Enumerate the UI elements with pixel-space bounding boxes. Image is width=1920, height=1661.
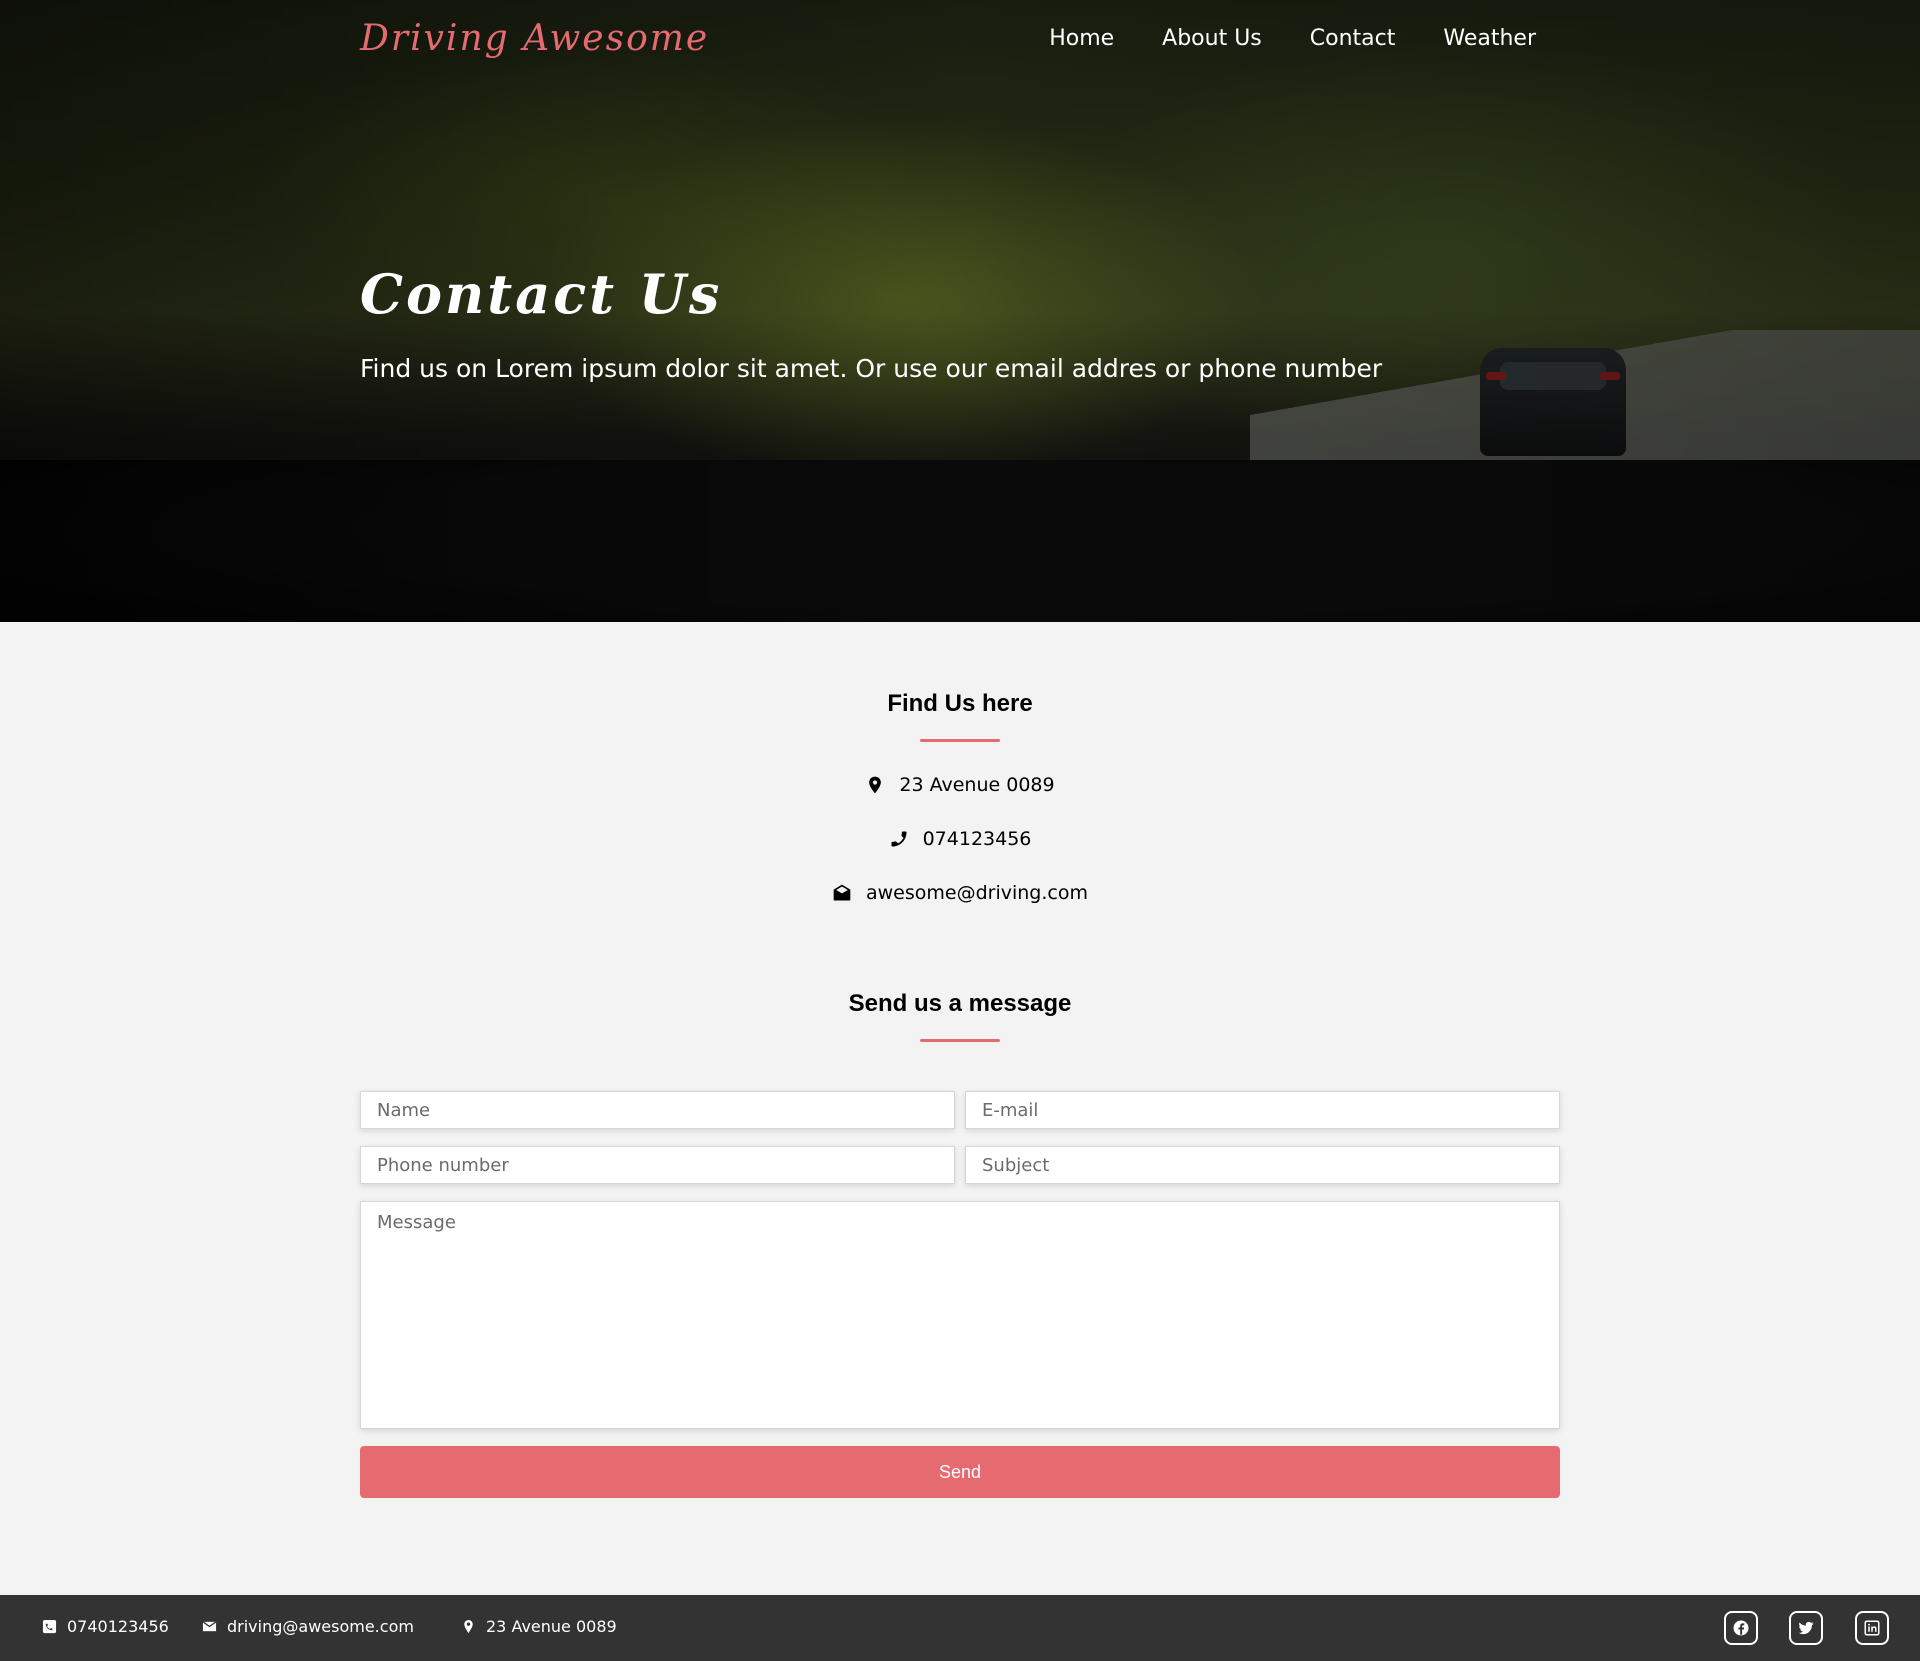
brand-logo[interactable]: Driving Awesome — [360, 18, 709, 59]
map-pin-icon — [464, 1619, 473, 1634]
name-input[interactable] — [360, 1091, 955, 1129]
message-form-underline — [920, 1039, 1000, 1042]
hero-banner: Driving Awesome Home About Us Contact We… — [0, 0, 1920, 622]
message-textarea[interactable] — [360, 1201, 1560, 1429]
facebook-icon[interactable] — [1724, 1611, 1758, 1645]
phone-text: 074123456 — [922, 828, 1032, 850]
envelope-icon — [202, 1621, 217, 1632]
address-text: 23 Avenue 0089 — [899, 774, 1055, 796]
nav-item-home[interactable]: Home — [1049, 26, 1114, 51]
nav-item-about-us[interactable]: About Us — [1162, 26, 1262, 51]
phone-icon — [891, 831, 907, 847]
footer-phone-text: 0740123456 — [67, 1617, 169, 1636]
twitter-icon-glyph — [1798, 1621, 1814, 1635]
envelope-open-icon — [833, 884, 851, 901]
phone-row: 074123456 — [0, 828, 1920, 850]
footer: 0740123456 driving@awesome.com 23 Avenue… — [0, 1595, 1920, 1661]
facebook-icon-glyph — [1733, 1620, 1749, 1636]
address-row: 23 Avenue 0089 — [0, 774, 1920, 796]
footer-email-text[interactable]: driving@awesome.com — [227, 1617, 414, 1636]
hero-subtitle: Find us on Lorem ipsum dolor sit amet. O… — [360, 354, 1383, 383]
phone-square-icon — [42, 1619, 57, 1634]
find-us-underline — [920, 739, 1000, 742]
nav-item-contact[interactable]: Contact — [1310, 26, 1396, 51]
email-row: awesome@driving.com — [0, 882, 1920, 904]
nav-item-weather[interactable]: Weather — [1443, 26, 1536, 51]
top-navbar: Driving Awesome Home About Us Contact We… — [0, 0, 1920, 82]
footer-phone: 0740123456 — [42, 1617, 169, 1636]
phone-input[interactable] — [360, 1146, 955, 1184]
message-form-title: Send us a message — [848, 990, 1072, 1017]
nav-menu: Home About Us Contact Weather — [1049, 26, 1536, 51]
page-title: Contact Us — [360, 262, 723, 326]
linkedin-icon[interactable] — [1855, 1611, 1889, 1645]
hero-overlay — [0, 0, 1920, 622]
footer-address-text: 23 Avenue 0089 — [486, 1617, 617, 1636]
subject-input[interactable] — [965, 1146, 1560, 1184]
email-input[interactable] — [965, 1091, 1560, 1129]
linkedin-icon-glyph — [1864, 1620, 1880, 1636]
send-button[interactable]: Send — [360, 1446, 1560, 1498]
find-us-title: Find Us here — [887, 690, 1033, 717]
map-pin-icon — [869, 776, 882, 794]
footer-email: driving@awesome.com — [202, 1617, 414, 1636]
email-text[interactable]: awesome@driving.com — [866, 882, 1088, 904]
twitter-icon[interactable] — [1789, 1611, 1823, 1645]
footer-address: 23 Avenue 0089 — [461, 1617, 617, 1636]
